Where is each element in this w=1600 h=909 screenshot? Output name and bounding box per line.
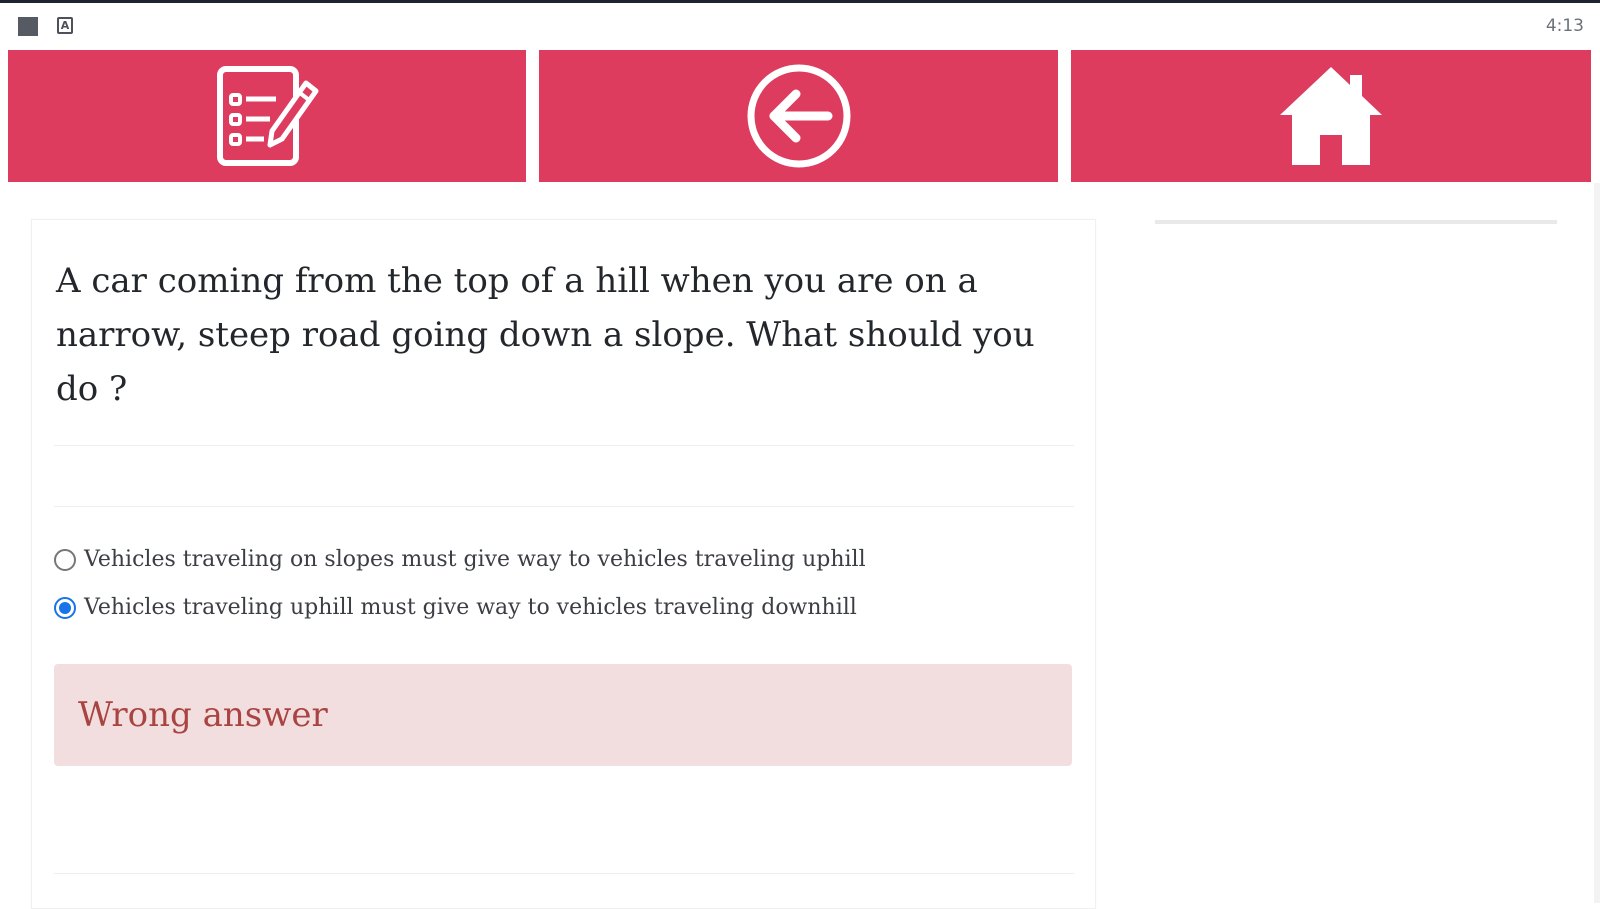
question-card: A car coming from the top of a hill when… [31,219,1096,909]
back-button[interactable] [539,50,1058,182]
radio-button-unselected[interactable] [54,548,76,571]
status-bar: A 4:13 [0,6,1600,46]
app-frame: A 4:13 A car coming from the top of a hi… [0,0,1600,909]
home-button[interactable] [1071,50,1591,182]
scroll-track [1594,183,1600,903]
top-toolbar [0,50,1600,182]
feedback-alert: Wrong answer [54,664,1072,766]
quiz-list-button[interactable] [8,50,526,182]
radio-button-selected[interactable] [54,596,76,619]
divider [54,506,1074,507]
answer-option-1[interactable]: Vehicles traveling on slopes must give w… [54,547,866,572]
answer-option-label: Vehicles traveling on slopes must give w… [84,547,866,572]
square-icon [18,17,38,36]
answer-option-2[interactable]: Vehicles traveling uphill must give way … [54,595,857,620]
question-text: A car coming from the top of a hill when… [56,261,1035,409]
a-badge-icon: A [57,17,73,34]
feedback-text: Wrong answer [78,695,328,735]
answer-option-label: Vehicles traveling uphill must give way … [84,595,857,620]
checklist-pencil-icon [217,66,319,166]
side-panel-divider [1155,220,1557,224]
divider [54,873,1074,874]
divider [54,445,1074,446]
home-icon [1280,67,1382,165]
status-time: 4:13 [1545,16,1584,36]
arrow-left-circle-icon [747,64,850,168]
